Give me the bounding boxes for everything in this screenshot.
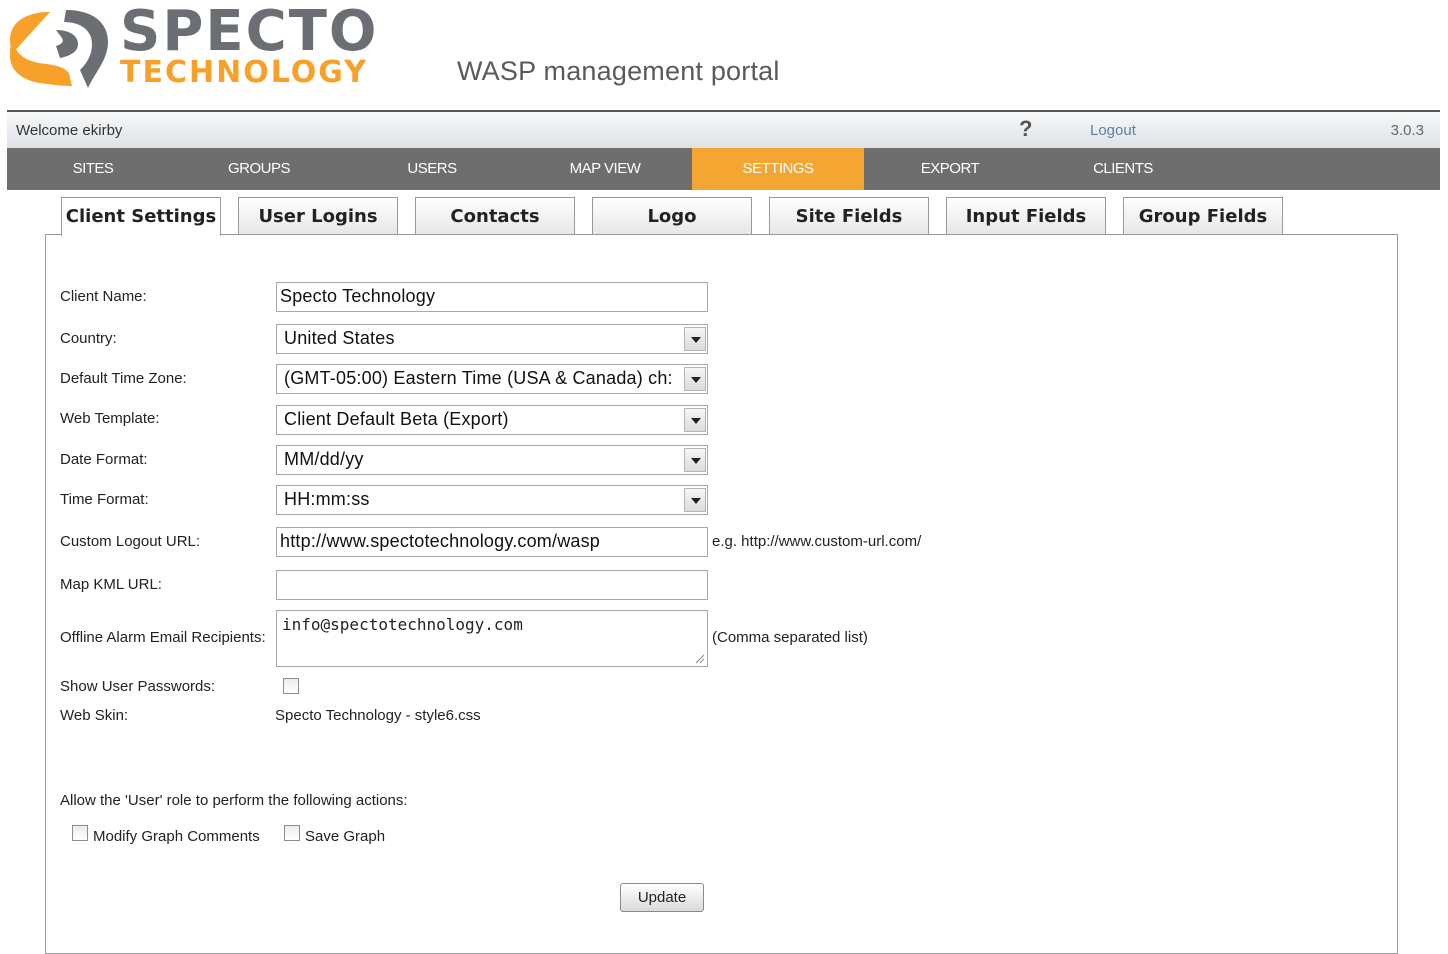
country-label: Country: xyxy=(60,330,117,347)
show-passwords-checkbox[interactable] xyxy=(283,678,299,694)
nav-groups[interactable]: GROUPS xyxy=(173,148,345,190)
save-graph-checkbox[interactable] xyxy=(284,825,300,841)
tab-contacts[interactable]: Contacts xyxy=(415,197,575,235)
nav-export[interactable]: EXPORT xyxy=(864,148,1036,190)
logout-url-input[interactable]: http://www.spectotechnology.com/wasp xyxy=(276,527,708,557)
specto-logo: SPECTO TECHNOLOGY xyxy=(8,2,377,90)
web-template-label: Web Template: xyxy=(60,410,160,427)
nav-users[interactable]: USERS xyxy=(346,148,518,190)
tab-logo[interactable]: Logo xyxy=(592,197,752,235)
chevron-down-icon[interactable] xyxy=(684,488,706,512)
alarm-recipients-textarea[interactable]: info@spectotechnology.com xyxy=(276,610,708,667)
tab-site-fields[interactable]: Site Fields xyxy=(769,197,929,235)
map-kml-url-input[interactable] xyxy=(276,570,708,600)
time-zone-select[interactable]: (GMT-05:00) Eastern Time (USA & Canada) … xyxy=(276,364,708,394)
web-skin-value: Specto Technology - style6.css xyxy=(275,707,481,724)
welcome-bar: Welcome ekirby ? Logout 3.0.3 xyxy=(7,110,1440,148)
tab-client-settings[interactable]: Client Settings xyxy=(61,197,221,236)
modify-graph-comments-label: Modify Graph Comments xyxy=(93,828,260,845)
client-name-input[interactable]: Specto Technology xyxy=(276,282,708,312)
specto-s-icon xyxy=(10,10,108,88)
nav-map-view[interactable]: MAP VIEW xyxy=(519,148,691,190)
version-label: 3.0.3 xyxy=(1390,122,1424,139)
resize-grip-icon[interactable] xyxy=(693,652,705,664)
client-name-label: Client Name: xyxy=(60,288,147,305)
alarm-recipients-hint: (Comma separated list) xyxy=(712,629,868,646)
date-format-label: Date Format: xyxy=(60,451,148,468)
country-select[interactable]: United States xyxy=(276,324,708,354)
date-format-select[interactable]: MM/dd/yy xyxy=(276,445,708,475)
logout-url-hint: e.g. http://www.custom-url.com/ xyxy=(712,533,922,550)
update-button[interactable]: Update xyxy=(620,883,704,912)
brand-name-line1: SPECTO xyxy=(120,0,379,64)
time-zone-label: Default Time Zone: xyxy=(60,370,187,387)
show-passwords-label: Show User Passwords: xyxy=(60,678,216,695)
web-template-select[interactable]: Client Default Beta (Export) xyxy=(276,405,708,435)
portal-title: WASP management portal xyxy=(457,56,780,86)
tab-group-fields[interactable]: Group Fields xyxy=(1123,197,1283,235)
modify-graph-comments-checkbox[interactable] xyxy=(72,825,88,841)
web-skin-label: Web Skin: xyxy=(60,707,129,724)
chevron-down-icon[interactable] xyxy=(684,408,706,432)
nav-sites[interactable]: SITES xyxy=(7,148,179,190)
date-format-value: MM/dd/yy xyxy=(284,449,364,469)
time-format-label: Time Format: xyxy=(60,491,149,508)
web-template-value: Client Default Beta (Export) xyxy=(284,409,509,429)
tab-input-fields[interactable]: Input Fields xyxy=(946,197,1106,235)
alarm-recipients-value: info@spectotechnology.com xyxy=(282,615,523,634)
chevron-down-icon[interactable] xyxy=(684,448,706,472)
brand-name-line2: TECHNOLOGY xyxy=(120,55,368,90)
logout-url-label: Custom Logout URL: xyxy=(60,533,201,550)
map-kml-url-label: Map KML URL: xyxy=(60,576,162,593)
client-settings-panel xyxy=(45,234,1398,954)
save-graph-label: Save Graph xyxy=(305,828,386,845)
nav-settings[interactable]: SETTINGS xyxy=(692,148,864,190)
welcome-text: Welcome ekirby xyxy=(16,122,123,139)
main-nav: SITES GROUPS USERS MAP VIEW SETTINGS EXP… xyxy=(7,148,1440,190)
chevron-down-icon[interactable] xyxy=(684,367,706,391)
alarm-recipients-label: Offline Alarm Email Recipients: xyxy=(60,629,266,646)
logout-link[interactable]: Logout xyxy=(1090,122,1136,139)
time-format-select[interactable]: HH:mm:ss xyxy=(276,485,708,515)
time-format-value: HH:mm:ss xyxy=(284,489,370,509)
time-zone-value: (GMT-05:00) Eastern Time (USA & Canada) … xyxy=(284,368,673,388)
country-value: United States xyxy=(284,328,395,348)
nav-clients[interactable]: CLIENTS xyxy=(1037,148,1209,190)
help-icon[interactable]: ? xyxy=(1019,116,1032,142)
tab-user-logins[interactable]: User Logins xyxy=(238,197,398,235)
user-role-intro: Allow the 'User' role to perform the fol… xyxy=(60,792,408,809)
chevron-down-icon[interactable] xyxy=(684,327,706,351)
